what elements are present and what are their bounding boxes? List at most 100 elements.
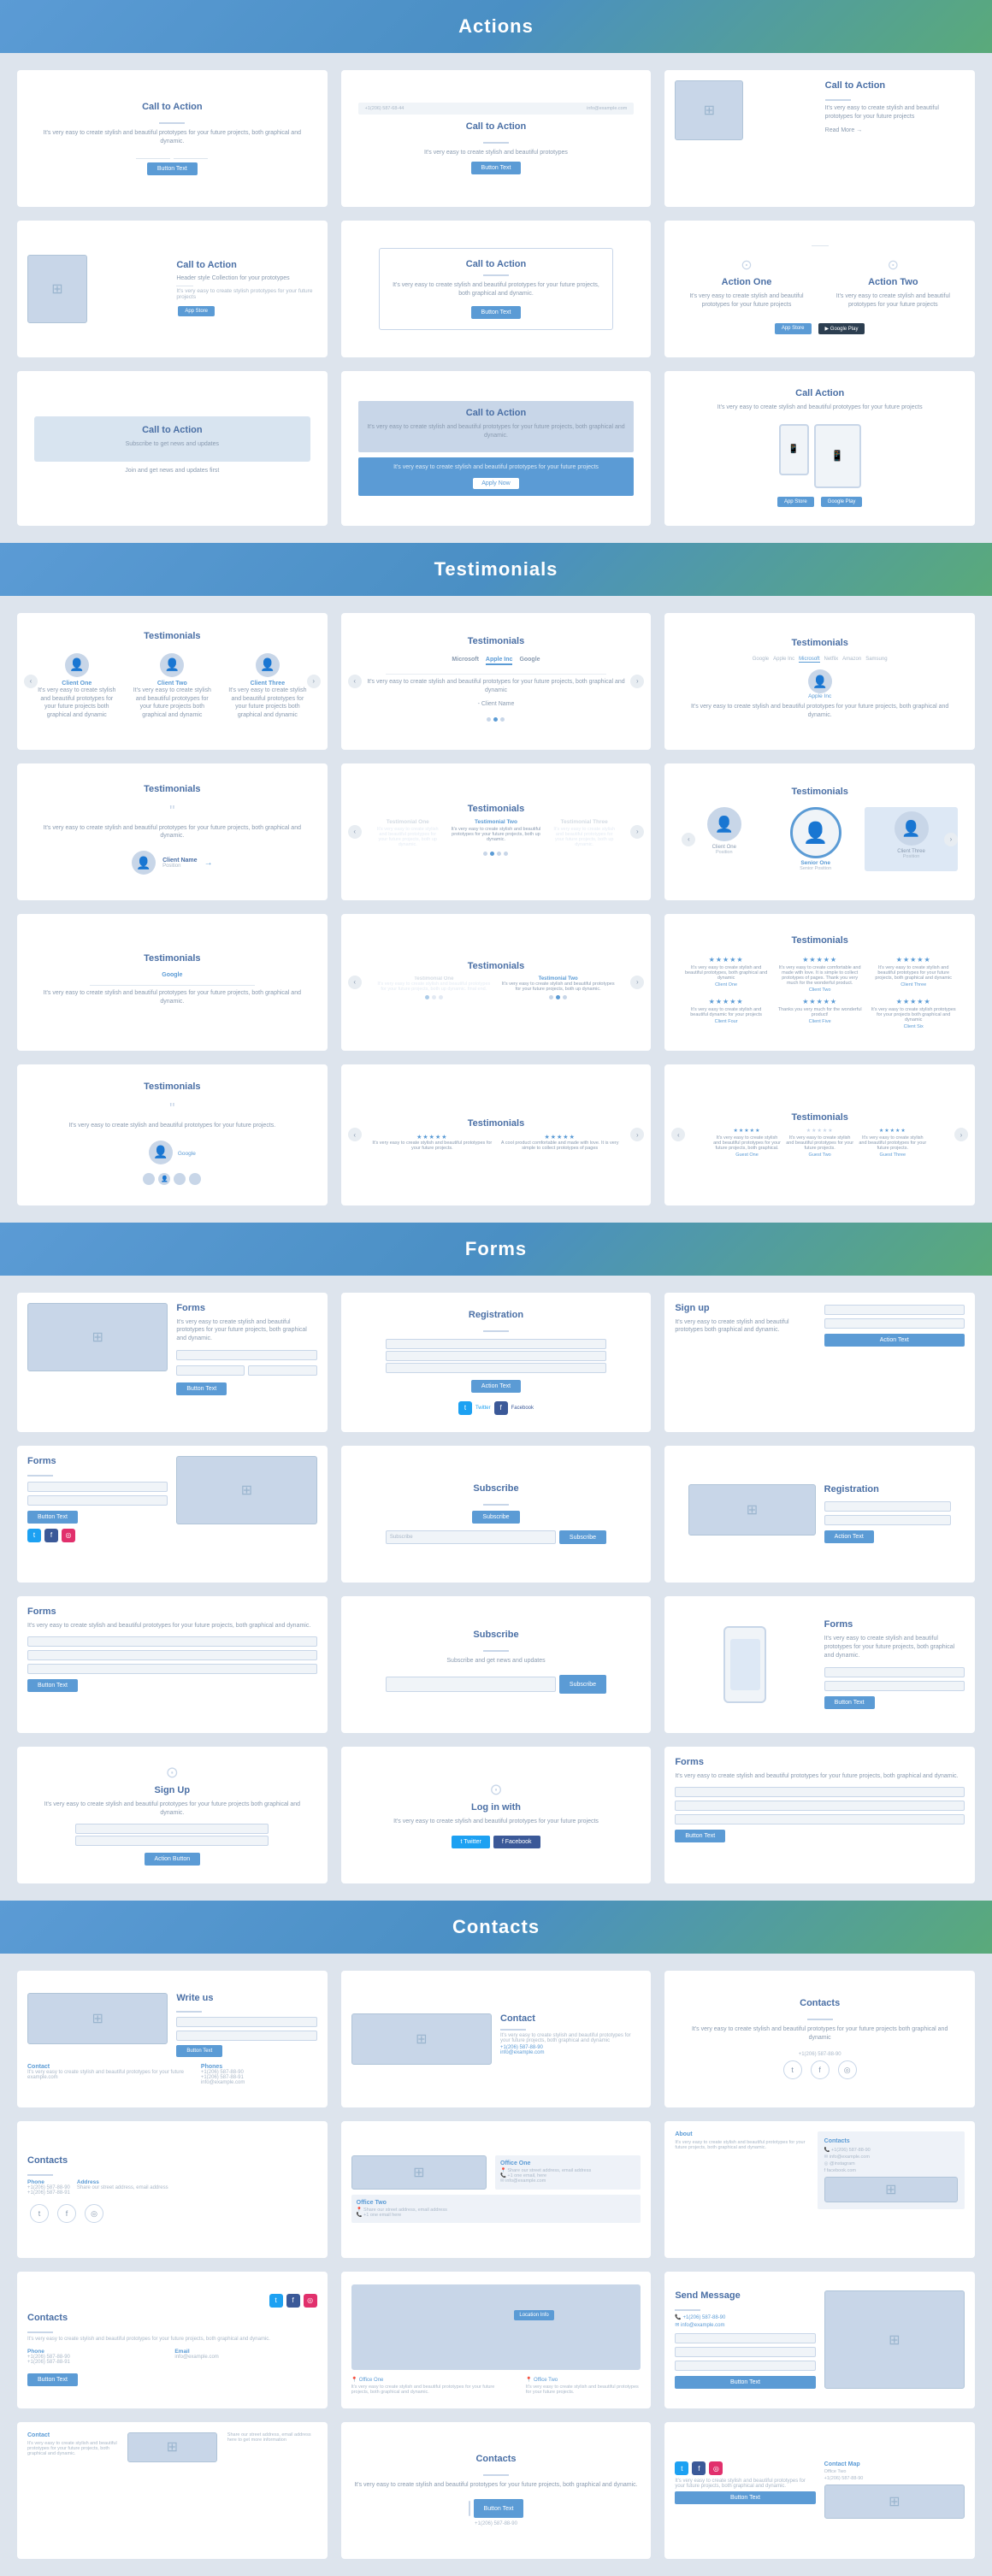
f7-input3[interactable] [27,1664,317,1674]
c9-input2[interactable] [675,2347,815,2357]
a9-googleplay[interactable]: Google Play [821,497,863,507]
a6-appstore[interactable]: App Store [775,323,812,334]
f7-input2[interactable] [27,1650,317,1660]
f4-input2[interactable] [27,1495,168,1506]
f4-insta[interactable]: ◎ [62,1529,75,1542]
c7-button[interactable]: Button Text [27,2373,78,2386]
f2-input3[interactable] [386,1363,606,1373]
f4-input1[interactable] [27,1482,168,1492]
f1-input3[interactable] [248,1365,316,1376]
f10-button[interactable]: Action Button [145,1853,201,1866]
c4-ig[interactable]: ◎ [85,2204,103,2223]
t9-name6: Client Six [869,1024,958,1029]
c11-button[interactable]: Button Text [474,2499,524,2518]
c3-insta[interactable]: ◎ [838,2060,857,2079]
c9-button[interactable]: Button Text [675,2376,815,2389]
f12-input1[interactable] [675,1787,965,1797]
c1-contact-text: It's very easy to create stylish and bea… [27,2070,184,2075]
testimonials-header: Testimonials [0,543,992,596]
c12-fb[interactable]: f [692,2461,706,2475]
t5-nav-right[interactable]: › [630,825,644,839]
t5-nav-left[interactable]: ‹ [348,825,362,839]
f8-button[interactable]: Subscribe [559,1675,606,1694]
a8-button[interactable]: Apply Now [473,478,518,489]
f1-input1[interactable] [176,1350,316,1360]
f11-twitter[interactable]: t Twitter [452,1836,489,1848]
f7-button[interactable]: Button Text [27,1679,78,1692]
t4-title: Testimonials [144,784,200,794]
c12-button[interactable]: Button Text [675,2491,815,2504]
f3-input1[interactable] [824,1305,965,1315]
f9-button[interactable]: Button Text [824,1696,875,1709]
t6-nav-left[interactable]: ‹ [682,833,695,846]
c4-tw[interactable]: t [30,2204,49,2223]
t11-nav-left[interactable]: ‹ [348,1128,362,1141]
t1-nav-left[interactable]: ‹ [24,675,38,688]
c1-input1[interactable] [176,2017,316,2027]
c12-tw[interactable]: t [675,2461,688,2475]
t12-nav-right[interactable]: › [954,1128,968,1141]
c9-input1[interactable] [675,2333,815,2343]
t12-nav-left[interactable]: ‹ [671,1128,685,1141]
a2-button[interactable]: Button Text [471,162,522,174]
c12-ig[interactable]: ◎ [709,2461,723,2475]
c7-div [27,2331,53,2333]
t1-nav-right[interactable]: › [307,675,321,688]
f9-input2[interactable] [824,1681,965,1691]
f1-input2[interactable] [176,1365,245,1376]
t2-companies: Microsoft Apple Inc Google [452,657,540,665]
t10-quote: " [169,1100,174,1118]
a9-appstore[interactable]: App Store [777,497,814,507]
c1-input2[interactable] [176,2031,316,2041]
t6-nav-right[interactable]: › [944,833,958,846]
c3-facebook[interactable]: f [811,2060,830,2079]
t8-nav-right[interactable]: › [630,976,644,989]
f5-subscribe-btn[interactable]: Subscribe [559,1530,606,1544]
c11-input[interactable] [469,2501,470,2516]
f4-button[interactable]: Button Text [27,1511,78,1524]
f2-facebook[interactable]: f [494,1401,508,1415]
t8-nav-left[interactable]: ‹ [348,976,362,989]
f6-button[interactable]: Action Text [824,1530,874,1543]
f2-input1[interactable] [386,1339,606,1349]
f1-button[interactable]: Button Text [176,1382,227,1395]
c9-input3[interactable] [675,2361,815,2371]
f3-button[interactable]: Action Text [824,1334,965,1347]
c4-fb[interactable]: f [57,2204,76,2223]
f6-image [688,1484,815,1536]
t4-arrow[interactable]: → [204,858,213,868]
c7-fb[interactable]: f [286,2294,300,2308]
c7-ig[interactable]: ◎ [304,2294,317,2308]
f12-input2[interactable] [675,1801,965,1811]
a6-googleplay[interactable]: ▶ Google Play [818,323,865,334]
f2-twitter[interactable]: t [458,1401,472,1415]
f2-button[interactable]: Action Text [471,1380,521,1393]
t11-nav-right[interactable]: › [630,1128,644,1141]
a5-button[interactable]: Button Text [471,306,522,319]
a4-appstore[interactable]: App Store [178,306,215,316]
f10-input1[interactable] [75,1824,269,1834]
f4-fb[interactable]: f [44,1529,58,1542]
c3-twitter[interactable]: t [783,2060,802,2079]
f12-button[interactable]: Button Text [675,1830,725,1842]
c7-tw[interactable]: t [269,2294,283,2308]
f11-facebook[interactable]: f Facebook [493,1836,540,1848]
f4-image [176,1456,316,1524]
t2-nav-right[interactable]: › [630,675,644,688]
f12-input3[interactable] [675,1814,965,1824]
f8-input[interactable] [386,1677,556,1692]
a1-button[interactable]: Button Text [147,162,198,175]
f3-input2[interactable] [824,1318,965,1329]
f6-input1[interactable] [824,1501,951,1512]
f9-input1[interactable] [824,1667,965,1677]
c6-contacts: Contacts [824,2138,958,2144]
f6-input2[interactable] [824,1515,951,1525]
t2-nav-left[interactable]: ‹ [348,675,362,688]
f4-twitter[interactable]: t [27,1529,41,1542]
f2-input2[interactable] [386,1351,606,1361]
f7-input1[interactable] [27,1636,317,1647]
f5-button[interactable]: Subscribe [472,1511,519,1524]
f10-input2[interactable] [75,1836,269,1846]
t1-title: Testimonials [144,631,200,641]
c1-button[interactable]: Button Text [176,2045,222,2057]
